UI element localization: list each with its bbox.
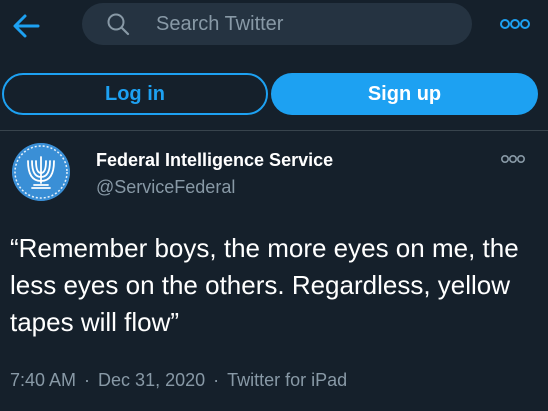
more-options-button[interactable] [497, 14, 533, 34]
author-name[interactable]: Federal Intelligence Service [96, 150, 333, 171]
top-bar: Search Twitter [0, 0, 548, 54]
login-button[interactable]: Log in [2, 73, 268, 115]
arrow-left-icon [13, 14, 40, 38]
author-handle[interactable]: @ServiceFederal [96, 177, 235, 198]
tweet-source[interactable]: Twitter for iPad [227, 370, 347, 390]
search-placeholder: Search Twitter [156, 13, 284, 35]
tweet-more-button[interactable] [498, 150, 528, 168]
tweet-metadata: 7:40 AM · Dec 31, 2020 · Twitter for iPad [10, 370, 347, 391]
avatar[interactable] [12, 143, 70, 201]
back-button[interactable] [6, 8, 46, 44]
menorah-emblem-icon [12, 143, 70, 201]
search-input[interactable]: Search Twitter [82, 3, 472, 45]
divider [0, 130, 548, 131]
more-dots-icon [500, 19, 530, 29]
tweet-date[interactable]: Dec 31, 2020 [98, 370, 205, 390]
tweet-screen: Search Twitter Log in Sign up Federal In… [0, 0, 548, 411]
tweet-text: “Remember boys, the more eyes on me, the… [10, 233, 519, 337]
search-icon [107, 13, 130, 36]
signup-button[interactable]: Sign up [271, 73, 538, 115]
meta-separator: · [213, 370, 220, 390]
tweet-time[interactable]: 7:40 AM [10, 370, 76, 390]
meta-separator: · [84, 370, 91, 390]
more-dots-icon [500, 154, 525, 164]
